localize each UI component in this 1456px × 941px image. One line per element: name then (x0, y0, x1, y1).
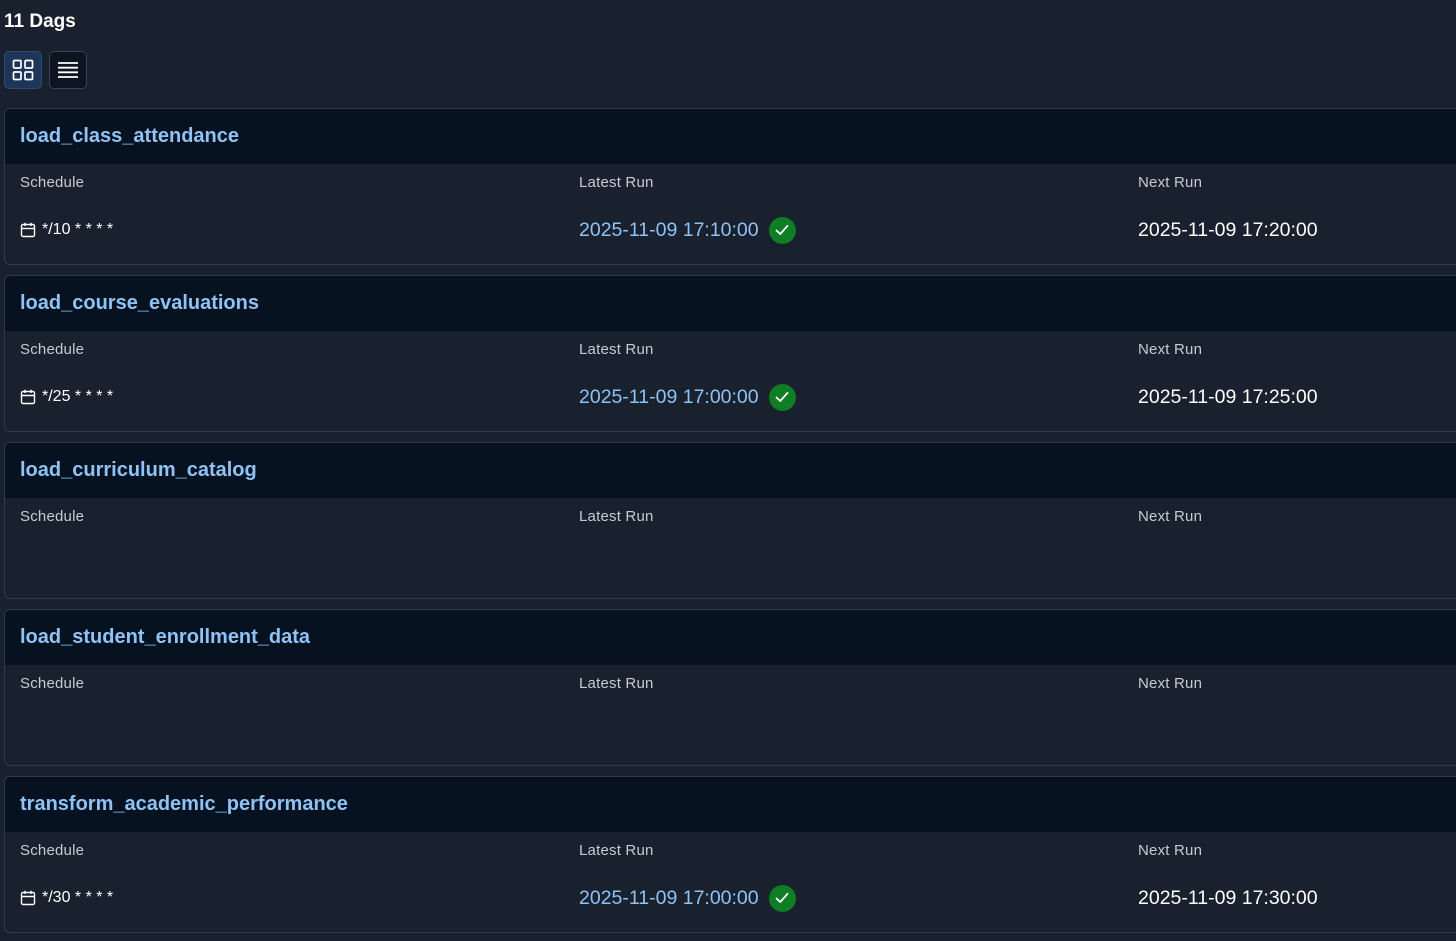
next-run-value: 2025-11-09 17:20:00 (1138, 218, 1318, 241)
success-check-icon (768, 383, 796, 411)
dag-name-link[interactable]: load_course_evaluations (20, 292, 259, 315)
schedule-text: */30 * * * * (42, 889, 114, 906)
schedule-label: Schedule (20, 174, 85, 191)
latest-run-link[interactable]: 2025-11-09 17:10:00 (579, 219, 759, 242)
next-run-label: Next Run (1138, 174, 1203, 191)
dag-name-link[interactable]: load_class_attendance (20, 125, 239, 148)
dag-card: transform_academic_performance Schedule … (4, 776, 1456, 933)
next-run-label: Next Run (1138, 341, 1203, 358)
latest-run-label: Latest Run (579, 341, 654, 358)
dag-card: load_curriculum_catalog Schedule Latest … (4, 442, 1456, 599)
dag-name-link[interactable]: load_curriculum_catalog (20, 459, 257, 482)
latest-run-label: Latest Run (579, 675, 654, 692)
next-run-value: 2025-11-09 17:25:00 (1138, 385, 1318, 408)
schedule-label: Schedule (20, 341, 85, 358)
calendar-icon (20, 389, 36, 405)
calendar-icon (20, 890, 36, 906)
latest-run-label: Latest Run (579, 174, 654, 191)
schedule-value: */30 * * * * (20, 885, 113, 911)
schedule-text: */25 * * * * (42, 388, 114, 405)
next-run-label: Next Run (1138, 508, 1203, 525)
next-run-label: Next Run (1138, 842, 1203, 859)
latest-run-link[interactable]: 2025-11-09 17:00:00 (579, 887, 759, 910)
list-view-button[interactable] (49, 51, 87, 89)
dag-card: load_course_evaluations Schedule Latest … (4, 275, 1456, 432)
dag-card-header: transform_academic_performance (5, 777, 1456, 832)
dag-card-header: load_student_enrollment_data (5, 610, 1456, 665)
schedule-label: Schedule (20, 842, 85, 859)
success-check-icon (768, 884, 796, 912)
dag-card-header: load_class_attendance (5, 109, 1456, 164)
schedule-text: */10 * * * * (42, 221, 114, 238)
calendar-icon (20, 222, 36, 238)
dag-card: load_class_attendance Schedule Latest Ru… (4, 108, 1456, 265)
dag-name-link[interactable]: transform_academic_performance (20, 793, 348, 816)
schedule-value: */25 * * * * (20, 384, 113, 410)
next-run-value: 2025-11-09 17:30:00 (1138, 886, 1318, 909)
page-title: 11 Dags (4, 11, 76, 32)
dag-card: load_student_enrollment_data Schedule La… (4, 609, 1456, 766)
latest-run-link[interactable]: 2025-11-09 17:00:00 (579, 386, 759, 409)
dag-name-link[interactable]: load_student_enrollment_data (20, 626, 310, 649)
dag-card-list: load_class_attendance Schedule Latest Ru… (4, 108, 1456, 941)
grid-icon (12, 59, 34, 81)
schedule-label: Schedule (20, 675, 85, 692)
dags-page: 11 Dags load_class_attendance Schedule L… (0, 0, 1456, 941)
success-check-icon (768, 216, 796, 244)
latest-run-value: 2025-11-09 17:00:00 (579, 884, 796, 912)
latest-run-value: 2025-11-09 17:00:00 (579, 383, 796, 411)
schedule-label: Schedule (20, 508, 85, 525)
dag-card-header: load_curriculum_catalog (5, 443, 1456, 498)
schedule-value: */10 * * * * (20, 217, 113, 243)
grid-view-button[interactable] (4, 51, 42, 89)
latest-run-label: Latest Run (579, 842, 654, 859)
next-run-label: Next Run (1138, 675, 1203, 692)
latest-run-value: 2025-11-09 17:10:00 (579, 216, 796, 244)
latest-run-label: Latest Run (579, 508, 654, 525)
list-icon (58, 62, 78, 78)
dag-card-header: load_course_evaluations (5, 276, 1456, 331)
